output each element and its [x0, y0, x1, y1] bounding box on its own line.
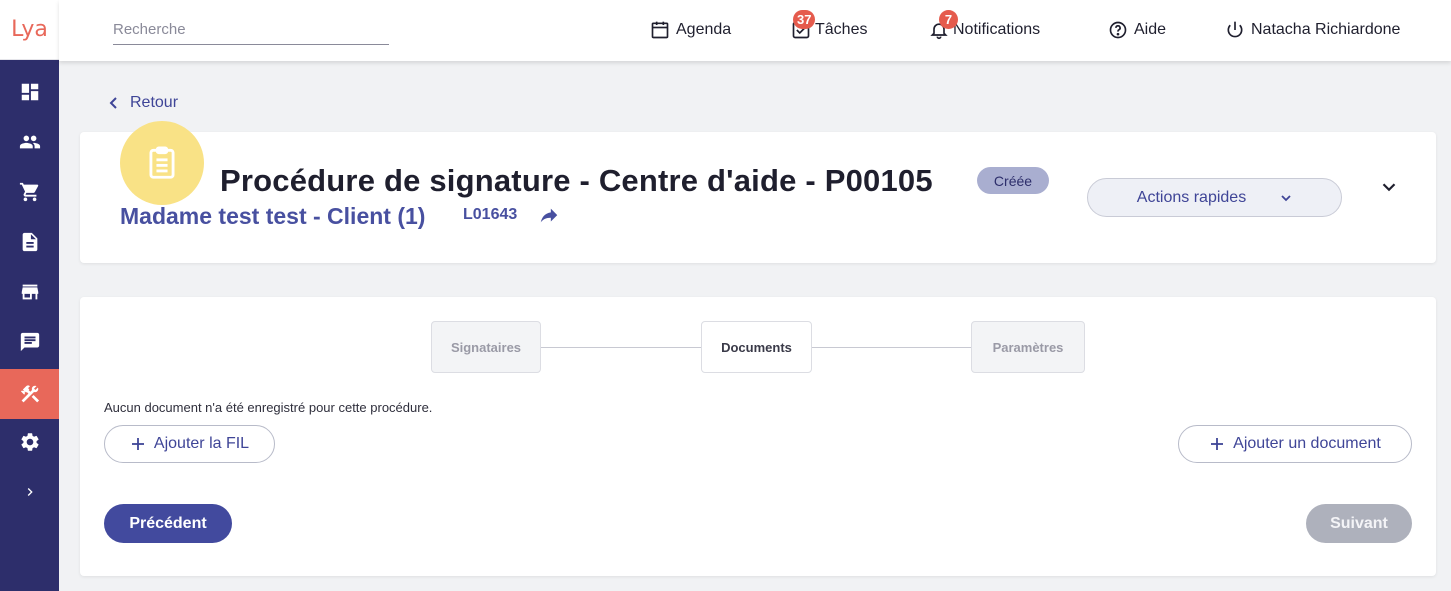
sidebar-expand-button[interactable] [0, 467, 59, 517]
chevron-left-icon [109, 97, 117, 109]
dashboard-icon [21, 83, 38, 101]
reference-code: L01643 [463, 206, 518, 223]
add-document-label: Ajouter un document [1233, 435, 1381, 452]
add-fil-button[interactable]: Ajouter la FIL [104, 425, 275, 463]
documents-step-card: Signataires Documents Paramètres Aucun d… [80, 297, 1436, 576]
user-name: Natacha Richiardone [1251, 21, 1401, 38]
previous-button[interactable]: Précédent [104, 504, 232, 543]
plus-icon [131, 438, 144, 450]
sidebar: Lya [0, 0, 59, 591]
clipboard-icon [149, 146, 175, 179]
sidebar-item-contacts[interactable] [0, 117, 59, 167]
sidebar-item-messages[interactable] [0, 317, 59, 367]
calendar-icon [651, 21, 669, 39]
top-bar: Agenda 37 Tâches 7 Notifications Aide Na… [59, 0, 1451, 61]
sidebar-item-tools[interactable] [0, 369, 59, 419]
procedure-header-card: Procédure de signature - Centre d'aide -… [80, 121, 1436, 263]
tasks-link[interactable]: 37 Tâches [791, 10, 868, 43]
procedure-icon-circle [120, 121, 204, 205]
cart-icon [19, 182, 38, 202]
step-label: Signataires [450, 339, 522, 355]
back-link[interactable]: Retour [108, 94, 178, 112]
back-label: Retour [130, 94, 179, 111]
document-icon [22, 232, 37, 252]
next-button-disabled: Suivant [1306, 504, 1412, 543]
search-input[interactable] [113, 14, 389, 45]
sidebar-item-settings[interactable] [0, 417, 59, 467]
agenda-link[interactable]: Agenda [650, 17, 731, 43]
user-logout-link[interactable]: Natacha Richiardone [1225, 17, 1400, 43]
store-icon [21, 284, 38, 300]
chevron-down-icon [1281, 194, 1291, 201]
step-documents[interactable]: Documents [701, 321, 812, 373]
share-arrow-icon[interactable] [538, 205, 560, 227]
people-icon [19, 135, 40, 149]
add-document-button[interactable]: Ajouter un document [1178, 425, 1412, 463]
settings-icon [20, 433, 39, 451]
sidebar-item-orders[interactable] [0, 167, 59, 217]
stepper-connector [540, 347, 702, 348]
status-badge: Créée [977, 167, 1049, 194]
help-label: Aide [1134, 21, 1167, 38]
quick-actions-label: Actions rapides [1136, 188, 1247, 206]
app-logo[interactable]: Lya [0, 0, 59, 60]
stepper-connector [811, 347, 971, 348]
help-circle-icon [1109, 21, 1127, 39]
sidebar-item-store[interactable] [0, 267, 59, 317]
tasks-count-badge: 37 [793, 10, 816, 29]
sidebar-item-documents[interactable] [0, 217, 59, 267]
plus-icon [1211, 438, 1224, 450]
notifications-link[interactable]: 7 Notifications [929, 10, 1041, 43]
notifications-label: Notifications [953, 21, 1041, 38]
sidebar-item-dashboard[interactable] [0, 67, 59, 117]
empty-documents-message: Aucun document n'a été enregistré pour c… [104, 400, 433, 415]
tools-icon [20, 385, 39, 403]
power-icon [1227, 21, 1243, 38]
step-label: Documents [721, 339, 792, 355]
help-link[interactable]: Aide [1108, 17, 1166, 43]
tasks-label: Tâches [815, 21, 868, 38]
step-signataires[interactable]: Signataires [431, 321, 541, 373]
step-parametres[interactable]: Paramètres [971, 321, 1085, 373]
add-fil-label: Ajouter la FIL [153, 435, 250, 452]
page-title: Procédure de signature - Centre d'aide -… [220, 163, 933, 198]
agenda-label: Agenda [676, 21, 732, 38]
notifications-count-badge: 7 [939, 10, 958, 29]
client-link[interactable]: Madame test test - Client (1) [120, 203, 425, 230]
chat-icon [20, 332, 39, 352]
step-label: Paramètres [992, 339, 1064, 355]
chevron-right-icon [27, 488, 33, 496]
collapse-toggle-icon[interactable] [1378, 176, 1400, 198]
quick-actions-dropdown[interactable]: Actions rapides [1087, 178, 1342, 217]
